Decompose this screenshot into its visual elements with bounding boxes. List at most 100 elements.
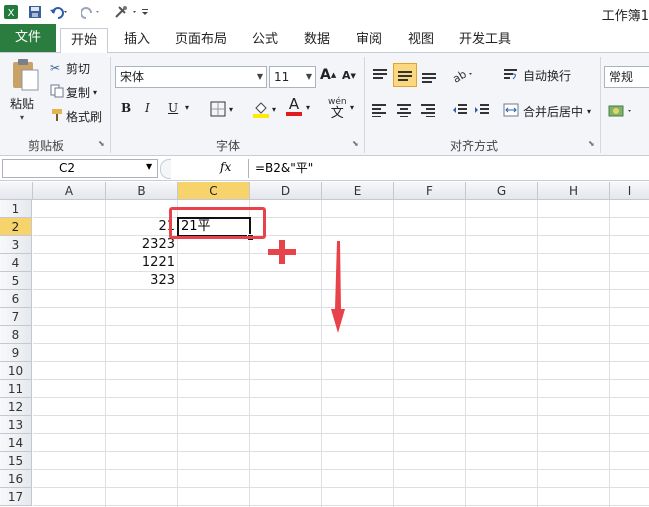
column-header-g[interactable]: G [466,182,538,200]
font-launcher-icon[interactable]: ⬊ [352,139,359,148]
name-box-dropdown-icon[interactable]: ▼ [146,162,152,171]
svg-text:ab: ab [452,68,469,83]
formula-splitter[interactable] [160,159,171,179]
paste-dropdown-icon[interactable]: ▾ [20,113,24,122]
font-size-select[interactable]: 11 ▼ [269,66,316,88]
cell-b5[interactable]: 323 [106,272,178,290]
column-header-h[interactable]: H [538,182,610,200]
tab-file[interactable]: 文件 [0,24,56,52]
font-color-bar [286,112,302,116]
row-header[interactable]: 1 [0,200,32,218]
group-divider [364,57,365,153]
merge-center-button[interactable]: 合并后居中 ▾ [503,103,591,120]
align-top-icon[interactable] [371,67,389,83]
tab-page-layout[interactable]: 页面布局 [170,28,232,52]
group-divider [110,57,111,153]
align-right-icon[interactable] [420,103,436,117]
alignment-group-label: 对齐方式 [450,139,499,153]
row-header[interactable]: 15 [0,452,32,470]
phonetic-dropdown-icon[interactable]: ▾ [350,103,354,112]
align-center-icon[interactable] [396,103,412,117]
row-header[interactable]: 9 [0,344,32,362]
align-left-icon[interactable] [371,103,387,117]
row-header[interactable]: 6 [0,290,32,308]
paste-label[interactable]: 粘贴 [10,95,42,111]
row-header[interactable]: 7 [0,308,32,326]
currency-format-icon[interactable] [608,103,638,119]
number-format-select[interactable]: 常规 [604,66,649,88]
copy-button[interactable]: 复制 ▾ [50,84,97,100]
cut-button[interactable]: ✂ 剪切 [50,60,90,76]
tab-insert[interactable]: 插入 [116,28,158,52]
row-header[interactable]: 12 [0,398,32,416]
font-color-button[interactable]: A [286,97,302,116]
row-header[interactable]: 16 [0,470,32,488]
tab-data[interactable]: 数据 [296,28,338,52]
column-header-f[interactable]: F [394,182,466,200]
row-header[interactable]: 3 [0,236,32,254]
row-header[interactable]: 8 [0,326,32,344]
group-divider [600,57,601,153]
tab-formulas[interactable]: 公式 [244,28,286,52]
grow-font-icon[interactable]: A ▲ [320,67,336,83]
scissors-icon: ✂ [50,61,61,75]
merge-center-label: 合并后居中 [523,105,584,119]
undo-icon[interactable] [48,3,70,21]
shrink-font-icon[interactable]: A ▼ [342,69,356,82]
column-header-d[interactable]: D [250,182,322,200]
formula-bar: C2 ▼ fx =B2&"平" [0,158,649,181]
tab-developer[interactable]: 开发工具 [452,28,518,52]
row-header[interactable]: 10 [0,362,32,380]
fill-color-icon[interactable]: ▾ [252,99,276,119]
column-header-c[interactable]: C [178,182,250,200]
cell-b2[interactable]: 21 [106,218,178,236]
row-header[interactable]: 11 [0,380,32,398]
insert-function-icon[interactable]: fx [220,160,231,174]
cell-b3[interactable]: 2323 [106,236,178,254]
down-arrow-annotation-icon [331,241,345,333]
column-header-b[interactable]: B [106,182,178,200]
quick-access-dropdown-icon[interactable] [140,3,150,21]
formula-input[interactable]: =B2&"平" [248,159,649,178]
tab-view[interactable]: 视图 [400,28,442,52]
row-header[interactable]: 4 [0,254,32,272]
font-color-dropdown-icon[interactable]: ▾ [306,103,310,112]
name-box[interactable]: C2 [2,159,158,178]
row-header[interactable]: 5 [0,272,32,290]
font-name-select[interactable]: 宋体 ▼ [115,66,267,88]
underline-button[interactable]: U [168,101,182,115]
select-all-corner[interactable] [0,182,33,200]
decrease-indent-icon[interactable] [452,103,468,117]
column-header-e[interactable]: E [322,182,394,200]
italic-button[interactable]: I [145,101,159,115]
alignment-launcher-icon[interactable]: ⬊ [588,139,595,148]
underline-dropdown-icon[interactable]: ▾ [185,103,189,112]
phonetic-guide-button[interactable]: wén 文 [328,97,347,120]
copy-label: 复制 [66,85,91,100]
paste-icon[interactable] [10,57,40,93]
border-icon[interactable]: ▾ [210,101,233,117]
font-group-label: 字体 [216,139,241,153]
merge-center-icon [503,103,523,120]
customize-tools-icon[interactable] [112,3,140,21]
bold-button[interactable]: B [121,101,135,115]
redo-icon[interactable] [80,3,102,21]
orientation-icon[interactable]: ab [452,67,474,83]
row-header[interactable]: 14 [0,434,32,452]
row-header[interactable]: 2 [0,218,32,236]
format-painter-button[interactable]: 格式刷 [50,108,102,124]
increase-indent-icon[interactable] [474,103,490,117]
row-header[interactable]: 17 [0,488,32,506]
cell-b4[interactable]: 1221 [106,254,178,272]
tab-review[interactable]: 审阅 [348,28,390,52]
wrap-text-button[interactable]: 自动换行 [503,67,571,84]
column-header-a[interactable]: A [33,182,106,200]
tab-home[interactable]: 开始 [60,28,108,53]
align-middle-icon[interactable] [393,63,417,87]
clipboard-launcher-icon[interactable]: ⬊ [98,139,105,148]
align-bottom-icon[interactable] [420,67,438,83]
column-header-i[interactable]: I [610,182,649,200]
worksheet-grid: A B C D E F G H I 1 2 3 4 5 6 7 8 9 10 1… [0,182,649,507]
row-header[interactable]: 13 [0,416,32,434]
save-icon[interactable] [26,3,44,21]
